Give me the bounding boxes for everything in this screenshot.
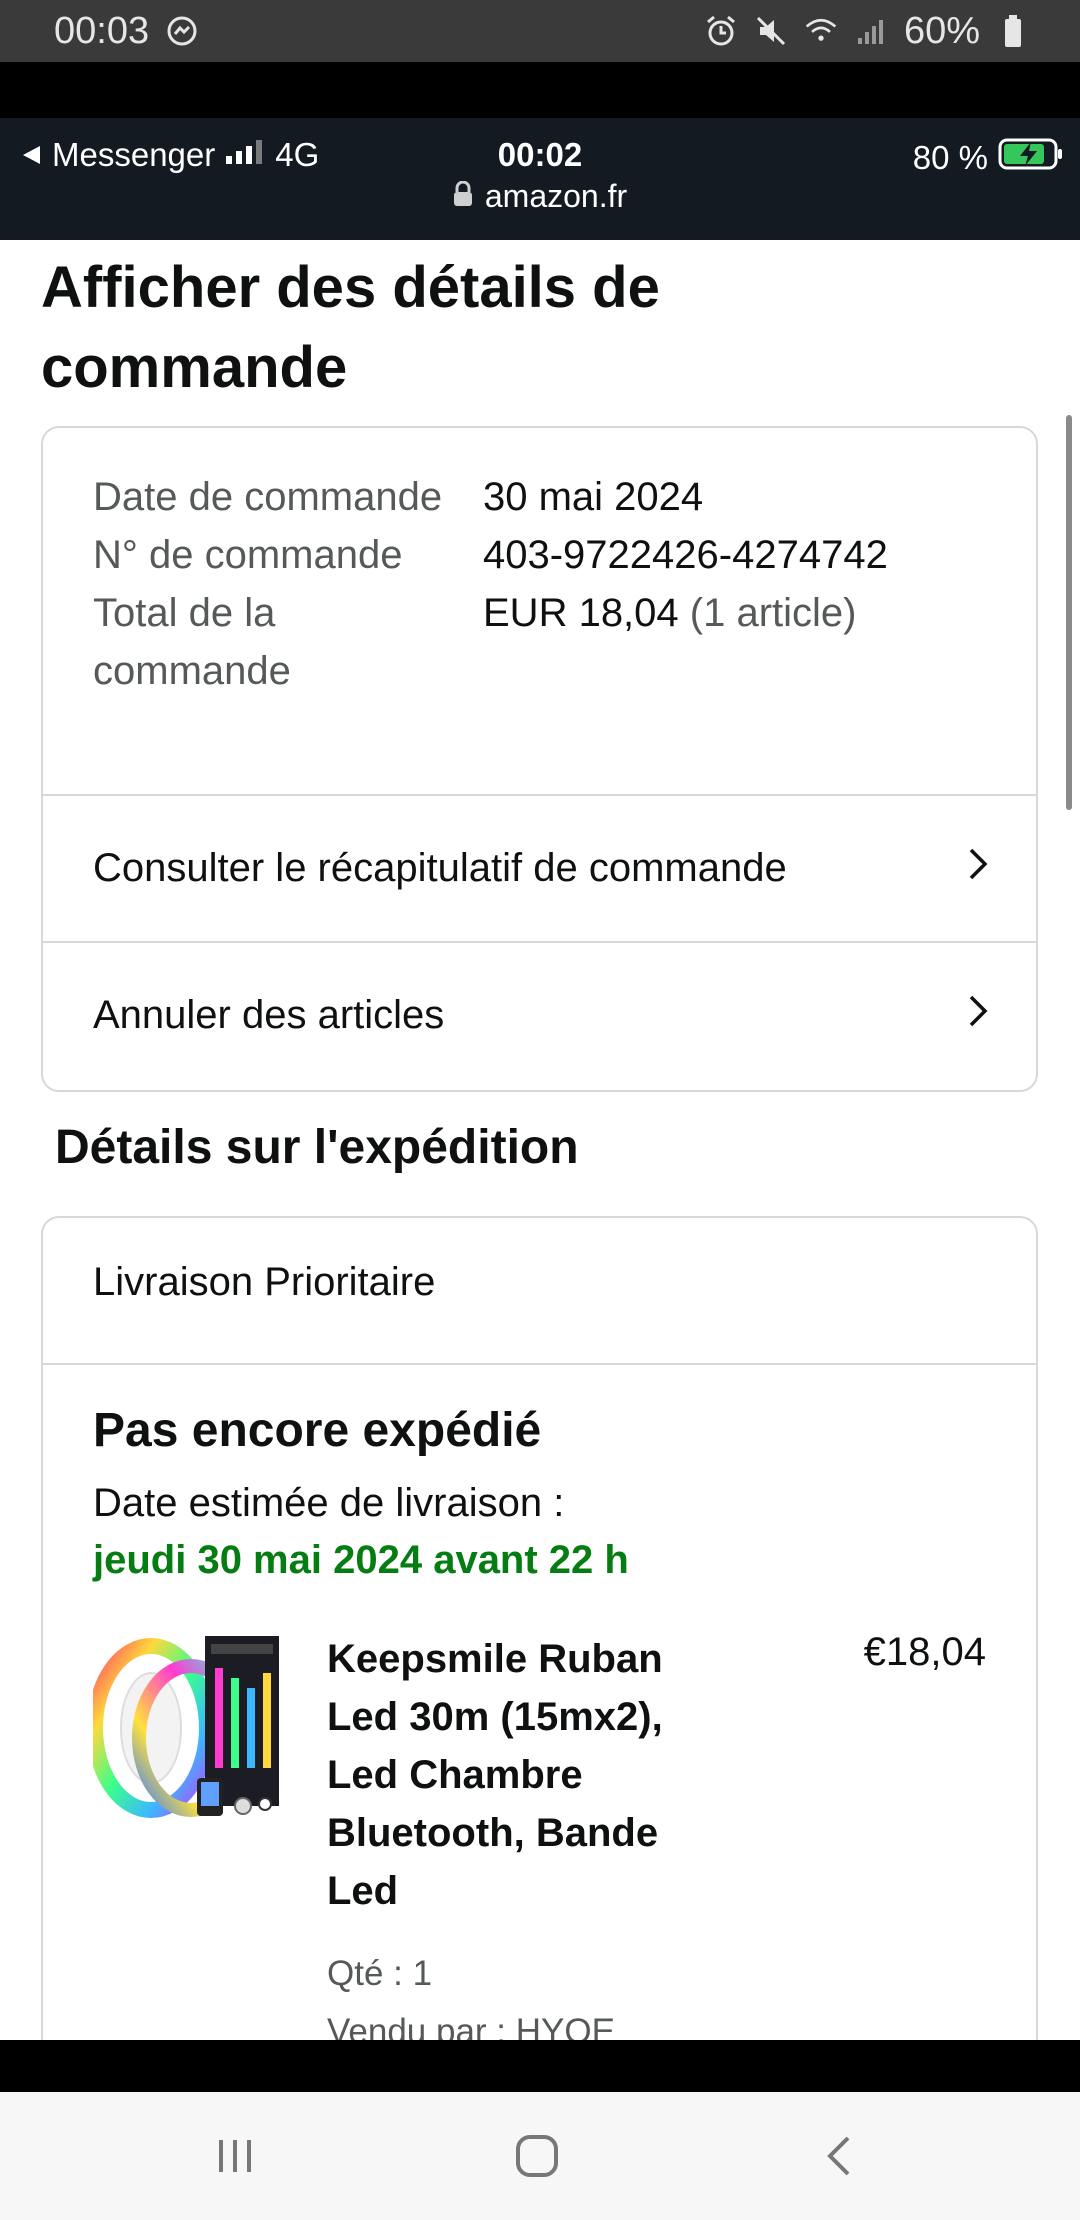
order-total-value: EUR 18,04 (1 article) xyxy=(483,584,857,700)
signal-icon xyxy=(854,14,888,48)
shipping-section-title: Détails sur l'expédition xyxy=(55,1121,579,1174)
lock-icon xyxy=(453,178,473,215)
cancel-items-link[interactable]: Annuler des articles xyxy=(43,943,1036,1088)
recent-apps-button[interactable] xyxy=(205,2126,265,2186)
delivery-estimate-label: Date estimée de livraison : xyxy=(93,1481,565,1525)
order-date-label: Date de commande xyxy=(93,475,443,519)
order-number-label: N° de commande xyxy=(93,533,403,577)
charging-battery-icon xyxy=(998,136,1064,180)
messenger-icon xyxy=(165,14,199,48)
url-bar[interactable]: amazon.fr xyxy=(0,178,1080,215)
product-title-link[interactable]: Keepsmile Ruban Led 30m (15mx2), Led Cha… xyxy=(327,1630,727,1920)
ios-battery-percent: 80 % xyxy=(912,139,988,176)
cancel-items-label: Annuler des articles xyxy=(93,993,445,1037)
order-total-label: Total de la commande xyxy=(93,591,291,693)
back-chevron-icon xyxy=(827,2136,850,2176)
alarm-icon xyxy=(704,14,738,48)
product-quantity: Qté : 1 xyxy=(327,1954,433,1993)
browser-header: Messenger 4G 00:02 80 % amazon.fr xyxy=(0,118,1080,240)
order-number-value: 403-9722426-4274742 xyxy=(483,533,888,577)
status-time: 00:03 xyxy=(54,9,150,52)
delivery-estimate-date: jeudi 30 mai 2024 avant 22 h xyxy=(93,1538,629,1582)
shipment-status: Pas encore expédié xyxy=(93,1404,542,1457)
android-status-bar: 00:03 60% xyxy=(0,0,1080,62)
battery-percent: 60% xyxy=(903,9,980,52)
recent-apps-icon xyxy=(219,2140,251,2172)
chevron-right-icon xyxy=(960,846,996,892)
back-button[interactable] xyxy=(810,2126,870,2186)
divider xyxy=(43,1363,1036,1365)
order-total-row: Total de la commande EUR 18,04 (1 articl… xyxy=(93,584,993,700)
shipping-method: Livraison Prioritaire xyxy=(93,1260,436,1304)
wifi-icon xyxy=(804,14,838,48)
order-date-row: Date de commande 30 mai 2024 xyxy=(93,468,993,526)
view-order-summary-label: Consulter le récapitulatif de commande xyxy=(93,846,787,890)
order-summary-card: Date de commande 30 mai 2024 N° de comma… xyxy=(41,426,1038,1092)
chevron-right-icon xyxy=(960,993,996,1039)
battery-icon xyxy=(996,14,1030,48)
url-text: amazon.fr xyxy=(484,178,628,214)
mute-icon xyxy=(754,14,788,48)
product-price: €18,04 xyxy=(863,1630,986,1674)
page-title: Afficher des détails de commande xyxy=(41,255,660,400)
order-details-page: Afficher des détails de commande Date de… xyxy=(0,240,1080,2040)
order-number-row: N° de commande 403-9722426-4274742 xyxy=(93,526,993,584)
android-nav-bar xyxy=(0,2092,1080,2220)
scrollbar[interactable] xyxy=(1066,415,1072,810)
order-info: Date de commande 30 mai 2024 N° de comma… xyxy=(93,468,993,700)
home-icon xyxy=(516,2135,558,2177)
home-button[interactable] xyxy=(507,2126,567,2186)
black-gap xyxy=(0,62,1080,118)
order-date-value: 30 mai 2024 xyxy=(483,475,704,519)
black-gap-bottom xyxy=(0,2040,1080,2092)
shipment-card: Livraison Prioritaire Pas encore expédié… xyxy=(41,1216,1038,2040)
view-order-summary-link[interactable]: Consulter le récapitulatif de commande xyxy=(43,796,1036,941)
order-total-items: (1 article) xyxy=(689,591,857,635)
product-seller: Vendu par : HYOE xyxy=(327,2012,615,2040)
order-total-amount: EUR 18,04 xyxy=(483,591,679,635)
product-image[interactable] xyxy=(87,1628,283,1818)
